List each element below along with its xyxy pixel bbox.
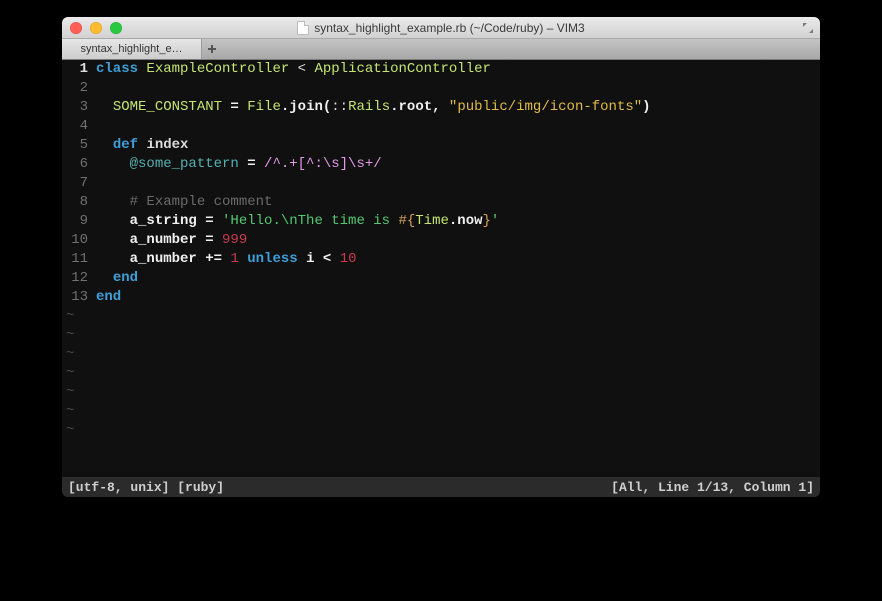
window-title: syntax_highlight_example.rb (~/Code/ruby… bbox=[62, 21, 820, 35]
code-line[interactable]: a_number = 999 bbox=[96, 231, 820, 250]
new-tab-button[interactable] bbox=[202, 39, 222, 59]
line-number: 1 bbox=[62, 60, 96, 79]
code-line[interactable]: class ExampleController < ApplicationCon… bbox=[96, 60, 820, 79]
empty-row: ~ bbox=[62, 364, 820, 383]
line-number: 8 bbox=[62, 193, 96, 212]
code-row[interactable]: 7 bbox=[62, 174, 820, 193]
code-line[interactable]: def index bbox=[96, 136, 820, 155]
code-line[interactable]: # Example comment bbox=[96, 193, 820, 212]
code-row[interactable]: 6 @some_pattern = /^.+[^:\s]\s+/ bbox=[62, 155, 820, 174]
code-line[interactable]: end bbox=[96, 288, 820, 307]
line-number: 9 bbox=[62, 212, 96, 231]
code-line[interactable]: SOME_CONSTANT = File.join(::Rails.root, … bbox=[96, 98, 820, 117]
titlebar: syntax_highlight_example.rb (~/Code/ruby… bbox=[62, 17, 820, 39]
traffic-lights bbox=[62, 22, 122, 34]
empty-row: ~ bbox=[62, 383, 820, 402]
code-row[interactable]: 5 def index bbox=[62, 136, 820, 155]
code-line[interactable] bbox=[96, 174, 820, 193]
status-right: [All, Line 1/13, Column 1] bbox=[611, 478, 814, 497]
line-number: 5 bbox=[62, 136, 96, 155]
tab-file[interactable]: syntax_highlight_e… bbox=[62, 39, 202, 59]
line-number: 2 bbox=[62, 79, 96, 98]
code-row[interactable]: 3 SOME_CONSTANT = File.join(::Rails.root… bbox=[62, 98, 820, 117]
empty-row: ~ bbox=[62, 345, 820, 364]
code-row[interactable]: 4 bbox=[62, 117, 820, 136]
code-line[interactable]: a_number += 1 unless i < 10 bbox=[96, 250, 820, 269]
code-row[interactable]: 2 bbox=[62, 79, 820, 98]
status-bar: [utf-8, unix] [ruby] [All, Line 1/13, Co… bbox=[62, 477, 820, 497]
code-line[interactable]: end bbox=[96, 269, 820, 288]
line-number: 3 bbox=[62, 98, 96, 117]
minimize-button[interactable] bbox=[90, 22, 102, 34]
line-number: 12 bbox=[62, 269, 96, 288]
code-area[interactable]: 1class ExampleController < ApplicationCo… bbox=[62, 60, 820, 477]
line-number: 10 bbox=[62, 231, 96, 250]
code-row[interactable]: 10 a_number = 999 bbox=[62, 231, 820, 250]
close-button[interactable] bbox=[70, 22, 82, 34]
line-number: 7 bbox=[62, 174, 96, 193]
line-number: 4 bbox=[62, 117, 96, 136]
zoom-button[interactable] bbox=[110, 22, 122, 34]
code-row[interactable]: 12 end bbox=[62, 269, 820, 288]
line-number: 6 bbox=[62, 155, 96, 174]
file-icon bbox=[297, 21, 309, 35]
empty-row: ~ bbox=[62, 402, 820, 421]
code-line[interactable]: @some_pattern = /^.+[^:\s]\s+/ bbox=[96, 155, 820, 174]
code-row[interactable]: 1class ExampleController < ApplicationCo… bbox=[62, 60, 820, 79]
empty-row: ~ bbox=[62, 421, 820, 440]
fullscreen-button[interactable] bbox=[801, 21, 814, 34]
code-line[interactable]: a_string = 'Hello.\nThe time is #{Time.n… bbox=[96, 212, 820, 231]
code-row[interactable]: 13end bbox=[62, 288, 820, 307]
editor-area[interactable]: 1class ExampleController < ApplicationCo… bbox=[62, 60, 820, 497]
empty-row: ~ bbox=[62, 307, 820, 326]
code-row[interactable]: 11 a_number += 1 unless i < 10 bbox=[62, 250, 820, 269]
code-row[interactable]: 9 a_string = 'Hello.\nThe time is #{Time… bbox=[62, 212, 820, 231]
editor-window: syntax_highlight_example.rb (~/Code/ruby… bbox=[62, 17, 820, 497]
status-left: [utf-8, unix] [ruby] bbox=[68, 478, 224, 497]
tab-bar: syntax_highlight_e… bbox=[62, 39, 820, 60]
code-line[interactable] bbox=[96, 79, 820, 98]
window-title-text: syntax_highlight_example.rb (~/Code/ruby… bbox=[314, 21, 584, 35]
empty-row: ~ bbox=[62, 326, 820, 345]
code-row[interactable]: 8 # Example comment bbox=[62, 193, 820, 212]
code-line[interactable] bbox=[96, 117, 820, 136]
line-number: 11 bbox=[62, 250, 96, 269]
line-number: 13 bbox=[62, 288, 96, 307]
tab-label: syntax_highlight_e… bbox=[80, 43, 182, 55]
